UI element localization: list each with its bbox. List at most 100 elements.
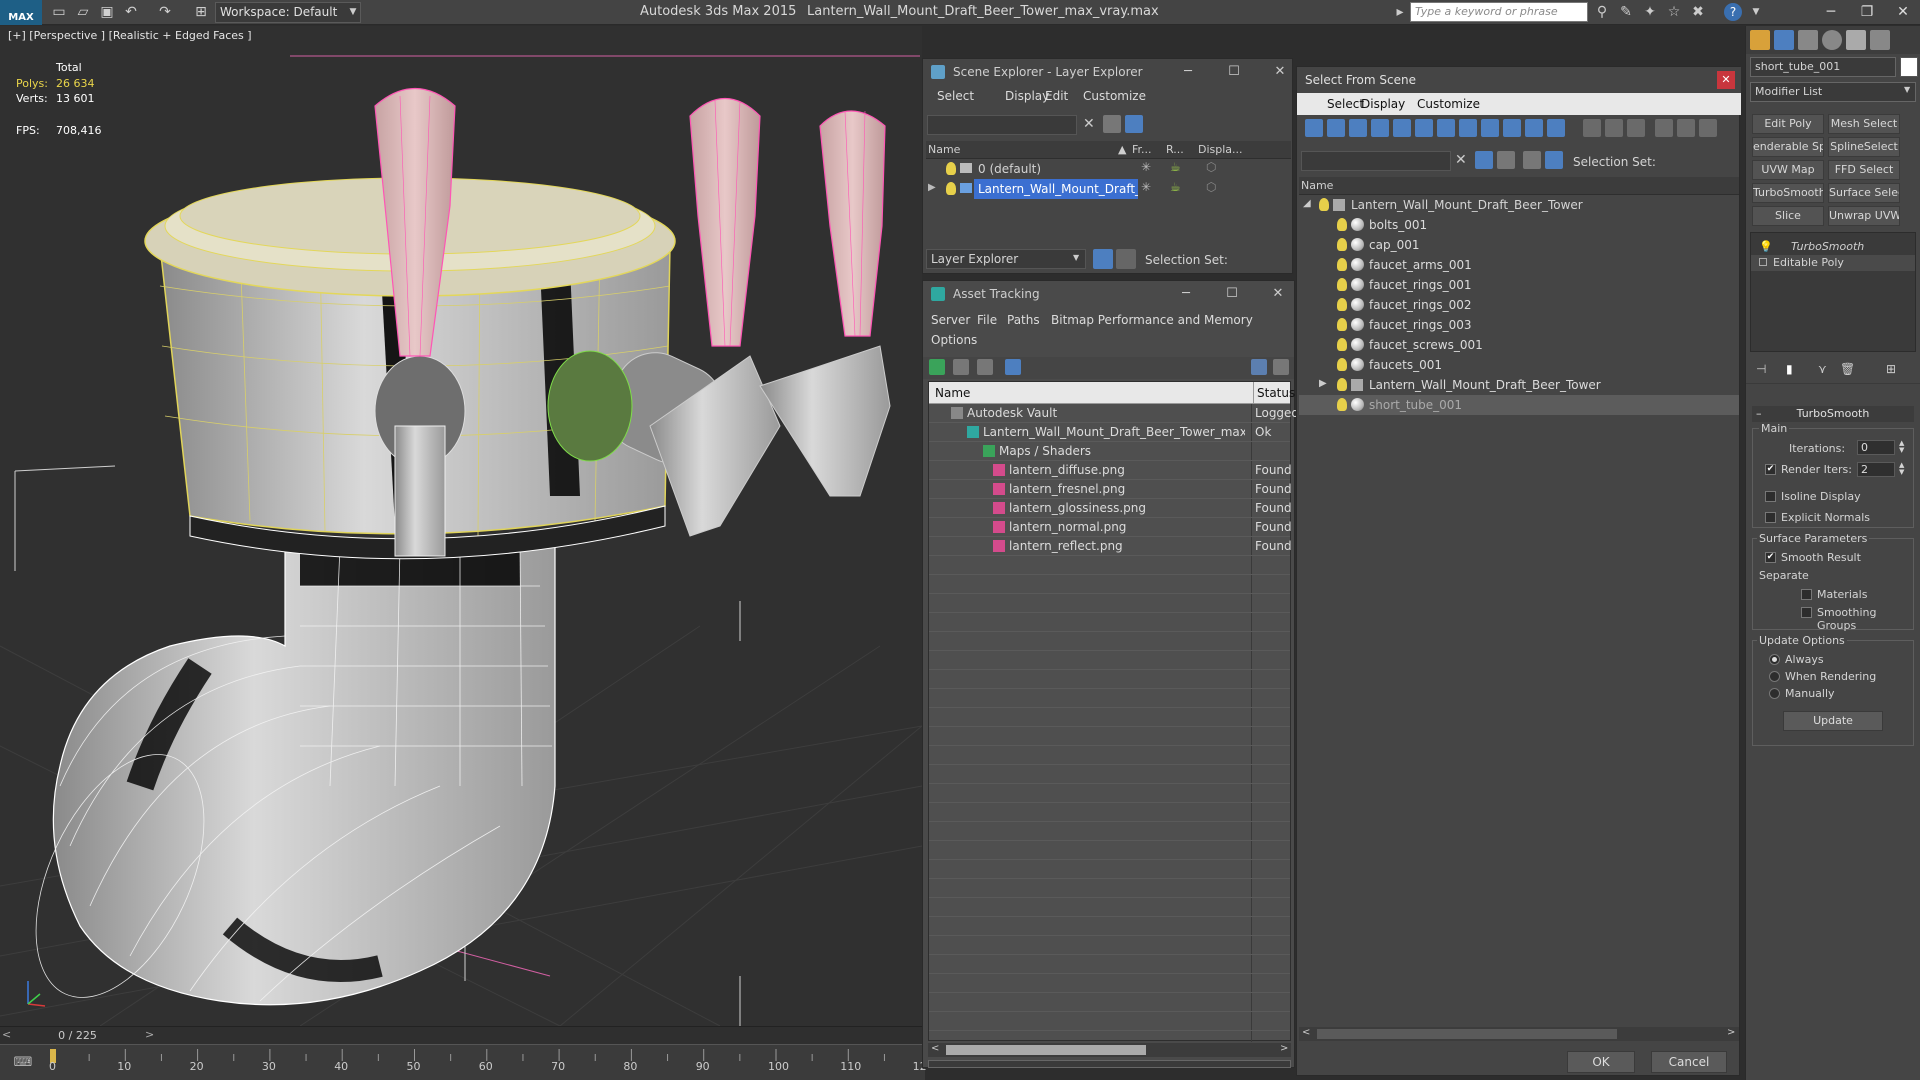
sort-up-icon[interactable]: ▲ [1118,143,1126,156]
table-view-icon[interactable] [1005,359,1021,375]
modifier-button[interactable]: Mesh Select [1828,114,1900,134]
close-icon[interactable]: ✕ [1717,71,1735,89]
asset-row[interactable]: lantern_reflect.png Found [929,537,1292,556]
keyword-search-input[interactable]: Type a keyword or phrase [1410,2,1588,22]
render-teapot-icon[interactable]: ☕ [1170,180,1181,194]
menu-options[interactable]: Options [931,333,977,347]
redo-icon[interactable]: ↷ [156,3,174,21]
display-box-icon[interactable]: ⬡ [1206,160,1216,174]
scroll-thumb[interactable] [946,1045,1146,1055]
hierarchy-mode-icon[interactable] [1545,151,1563,169]
menu-paths[interactable]: Paths [1007,313,1040,327]
always-radio[interactable] [1769,654,1780,665]
chevron-down-icon[interactable]: ▼ [345,2,361,23]
smooth-result-checkbox[interactable]: ✔ [1765,552,1776,563]
filter-invert-icon[interactable] [1627,119,1645,137]
modifier-button[interactable]: TurboSmooth [1752,183,1824,203]
filter-display-none-icon[interactable] [1605,119,1623,137]
render-iters-spinner[interactable]: 2 [1857,462,1895,477]
spinner-arrows-icon[interactable]: ▲ ▼ [1899,440,1904,454]
scene-object-row[interactable]: faucet_rings_002 [1299,295,1739,315]
close-icon[interactable]: ✕ [1267,61,1293,83]
asset-row[interactable]: Maps / Shaders [929,442,1290,461]
asset-row[interactable]: lantern_normal.png Found [929,518,1292,537]
pin-stack-icon[interactable]: ⊣ [1756,362,1766,376]
spinner-arrows-icon[interactable]: ▲ ▼ [1899,462,1904,476]
filter-frozen-icon[interactable] [1525,119,1543,137]
restore-icon[interactable]: ❐ [1850,0,1884,25]
when-rendering-radio[interactable] [1769,671,1780,682]
filter-sort-icon[interactable] [1677,119,1695,137]
scroll-thumb[interactable] [1317,1029,1617,1039]
scroll-right-icon[interactable]: > [1280,1043,1288,1054]
scroll-left-icon[interactable]: < [931,1043,939,1054]
close-icon[interactable]: ✕ [1265,283,1291,305]
maximize-icon[interactable]: ☐ [1221,61,1247,83]
filter-space-warps-icon[interactable] [1415,119,1433,137]
modifier-button[interactable]: Slice [1752,206,1824,226]
isoline-display-checkbox[interactable] [1765,491,1776,502]
name-column-header[interactable]: Name [1299,177,1739,195]
minimize-icon[interactable]: ─ [1175,61,1201,83]
time-slider-handle[interactable]: 0 / 225 [10,1027,145,1045]
make-unique-icon[interactable]: ⋎ [1818,362,1827,376]
menu-select[interactable]: Select [937,89,974,103]
help-icon[interactable] [1251,359,1267,375]
light-bulb-icon[interactable] [1337,298,1347,311]
filter-bones-icon[interactable] [1481,119,1499,137]
column-status[interactable]: Status [1257,386,1295,400]
scene-explorer-search-input[interactable] [927,115,1077,135]
time-slider[interactable]: < 0 / 225 > [0,1027,925,1045]
menu-display[interactable]: Display [1005,89,1049,103]
expand-box-icon[interactable] [1759,258,1767,266]
render-teapot-icon[interactable]: ☕ [1170,160,1181,174]
thumbnail-view-icon[interactable] [977,359,993,375]
filter-lights-icon[interactable] [1349,119,1367,137]
display-box-icon[interactable]: ⬡ [1206,180,1216,194]
smoothing-groups-checkbox[interactable] [1801,607,1812,618]
search-arrow-icon[interactable]: ▸ [1390,3,1410,21]
chevron-down-icon[interactable]: ▼ [1073,253,1079,262]
mini-listener-icon[interactable]: ⌨ [8,1049,38,1077]
display-tab-icon[interactable] [1846,30,1866,50]
turbosmooth-rollout-title[interactable]: – TurboSmooth [1752,406,1914,422]
settings-icon[interactable] [1273,359,1289,375]
minimize-icon[interactable]: ─ [1173,283,1199,305]
column-freeze[interactable]: Fr... [1132,143,1152,156]
light-bulb-icon[interactable] [1337,218,1347,231]
modifier-button[interactable]: Edit Poly [1752,114,1824,134]
layer-mode-icon[interactable] [1523,151,1541,169]
modifier-bulb-icon[interactable]: 💡 [1759,240,1773,253]
perspective-viewport[interactable]: [+] [Perspective ] [Realistic + Edged Fa… [0,26,922,1026]
light-bulb-icon[interactable] [1337,238,1347,251]
project-folder-icon[interactable]: ⊞ [192,3,210,21]
modifier-list-dropdown[interactable]: Modifier List [1750,82,1916,102]
render-iters-checkbox[interactable]: ✔ [1765,464,1776,475]
light-bulb-icon[interactable] [1337,278,1347,291]
clear-search-icon[interactable]: ✕ [1083,116,1095,132]
modify-tab-icon[interactable] [1774,30,1794,50]
layer-row-tower[interactable]: ▶ Lantern_Wall_Mount_Draft_Beer_To... ✳ … [926,179,1291,199]
new-file-icon[interactable]: ▭ [50,3,68,21]
exchange-icon[interactable]: ✖ [1688,3,1708,21]
modifier-button[interactable]: UVW Map [1752,160,1824,180]
column-render[interactable]: R... [1166,143,1184,156]
manually-radio[interactable] [1769,688,1780,699]
modifier-button[interactable]: FFD Select [1828,160,1900,180]
column-name[interactable]: Name [935,386,970,400]
scene-object-row[interactable]: faucet_arms_001 [1299,255,1739,275]
scene-object-row[interactable]: faucet_rings_001 [1299,275,1739,295]
help-chevron-down-icon[interactable]: ▼ [1746,3,1766,21]
layer-row-default[interactable]: 0 (default) ✳ ☕ ⬡ [926,159,1291,179]
explorer-type-dropdown[interactable]: Layer Explorer [926,249,1086,269]
scene-object-row[interactable]: faucets_001 [1299,355,1739,375]
light-bulb-icon[interactable] [1337,318,1347,331]
create-tab-icon[interactable] [1750,30,1770,50]
asset-row[interactable]: lantern_diffuse.png Found [929,461,1292,480]
filter-groups-icon[interactable] [1437,119,1455,137]
scroll-left-icon[interactable]: < [1302,1027,1310,1038]
configure-sets-icon[interactable]: ⊞ [1886,362,1896,376]
chevron-down-icon[interactable]: ▼ [1904,85,1910,94]
freeze-snowflake-icon[interactable]: ✳ [1141,160,1151,174]
layer-toggle-icon[interactable] [1125,115,1143,133]
